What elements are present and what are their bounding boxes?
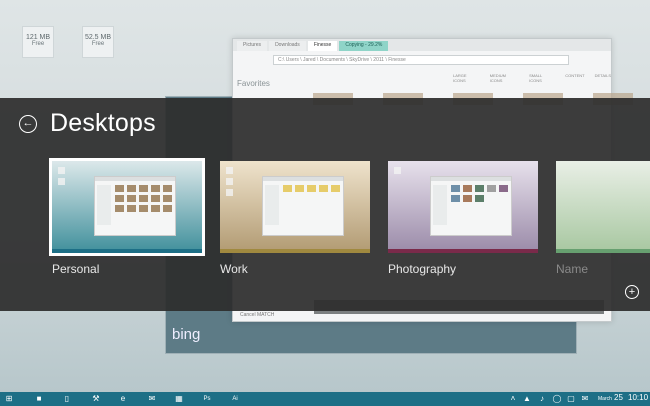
ie-icon[interactable]: e: [118, 394, 128, 404]
view-large-icons[interactable]: LARGE ICONS: [453, 73, 480, 83]
desktop-name-input[interactable]: Name: [556, 262, 588, 276]
tab-downloads[interactable]: Downloads: [269, 41, 306, 51]
calculator-icon[interactable]: ▦: [174, 394, 184, 404]
desktop-preview: [556, 161, 650, 253]
chat-icon[interactable]: ▢: [566, 394, 576, 404]
mail-notify-icon[interactable]: ✉: [580, 394, 590, 404]
tab-pictures[interactable]: Pictures: [237, 41, 268, 51]
address-bar[interactable]: C:\ Users \ Jared \ Documents \ SkyDrive…: [273, 55, 569, 65]
desktop-icons: [58, 167, 65, 185]
mini-explorer-window: [94, 176, 176, 236]
desktop-thumbnail-new[interactable]: Name: [556, 161, 650, 276]
desktop-thumbnail-work[interactable]: Work: [220, 161, 370, 276]
power-icon[interactable]: ◯: [552, 394, 562, 404]
clock-time[interactable]: 10:10: [628, 393, 648, 402]
desktop-icons: [394, 167, 401, 174]
bing-logo: bing: [172, 326, 201, 343]
mini-taskbar: [52, 249, 202, 253]
folder-icon[interactable]: ■: [34, 394, 44, 404]
network-icon[interactable]: ▲: [522, 394, 532, 404]
photoshop-icon[interactable]: Ps: [202, 394, 212, 404]
drive-free-label: Free: [91, 41, 105, 47]
phone-icon[interactable]: ▯: [62, 394, 72, 404]
drive-size: 52.5 MB: [84, 34, 112, 41]
mini-taskbar: [556, 249, 650, 253]
view-content[interactable]: CONTENT: [565, 73, 584, 83]
view-medium-icons[interactable]: MEDIUM ICONS: [490, 73, 519, 83]
view-details[interactable]: DETAILS: [595, 73, 611, 83]
explorer-tabs: Pictures Downloads Finesse Copying - 29.…: [233, 39, 611, 51]
drive-tile[interactable]: 121 MB Free: [22, 26, 54, 58]
desktop-label: Personal: [52, 262, 100, 276]
view-small-icons[interactable]: SMALL ICONS: [529, 73, 555, 83]
tab-finesse[interactable]: Finesse: [307, 41, 338, 51]
drive-tile[interactable]: 52.5 MB Free: [82, 26, 114, 58]
desktops-overlay: ← Desktops Personal Work Photography Nam…: [0, 98, 650, 311]
mini-taskbar: [220, 249, 370, 253]
mini-document-window: [262, 176, 344, 236]
desktop-thumbnail-photography[interactable]: Photography: [388, 161, 538, 276]
page-title: Desktops: [50, 109, 156, 137]
desktop-label: Photography: [388, 262, 457, 276]
back-arrow-icon[interactable]: ←: [19, 115, 37, 133]
sidebar-favorites[interactable]: Favorites: [237, 79, 270, 88]
date-day: 25: [614, 393, 623, 402]
drive-size: 121 MB: [25, 34, 51, 41]
chevron-up-icon[interactable]: ˄: [508, 394, 518, 404]
cancel-label[interactable]: Cancel MATCH: [240, 312, 274, 318]
view-options: LARGE ICONS MEDIUM ICONS SMALL ICONS CON…: [453, 73, 611, 83]
wrench-icon[interactable]: ⚒: [91, 394, 101, 404]
drive-free-label: Free: [31, 41, 45, 47]
mail-icon[interactable]: ✉: [147, 394, 157, 404]
desktop-icons: [226, 167, 233, 196]
add-desktop-icon[interactable]: +: [625, 285, 639, 299]
taskbar: ⊞ ■ ▯ ⚒ e ✉ ▦ Ps Ai ˄ ▲ ♪ ◯ ▢ ✉ March 25…: [0, 392, 650, 406]
desktop-label: Work: [220, 262, 248, 276]
windows-logo-icon[interactable]: ⊞: [4, 394, 14, 404]
tab-copying[interactable]: Copying - 29.2%: [339, 41, 389, 51]
illustrator-icon[interactable]: Ai: [230, 394, 240, 404]
volume-icon[interactable]: ♪: [537, 394, 547, 404]
mini-taskbar: [388, 249, 538, 253]
mini-photo-window: [430, 176, 512, 236]
date-month: March: [598, 396, 612, 402]
desktop-thumbnail-personal[interactable]: Personal: [49, 158, 205, 276]
